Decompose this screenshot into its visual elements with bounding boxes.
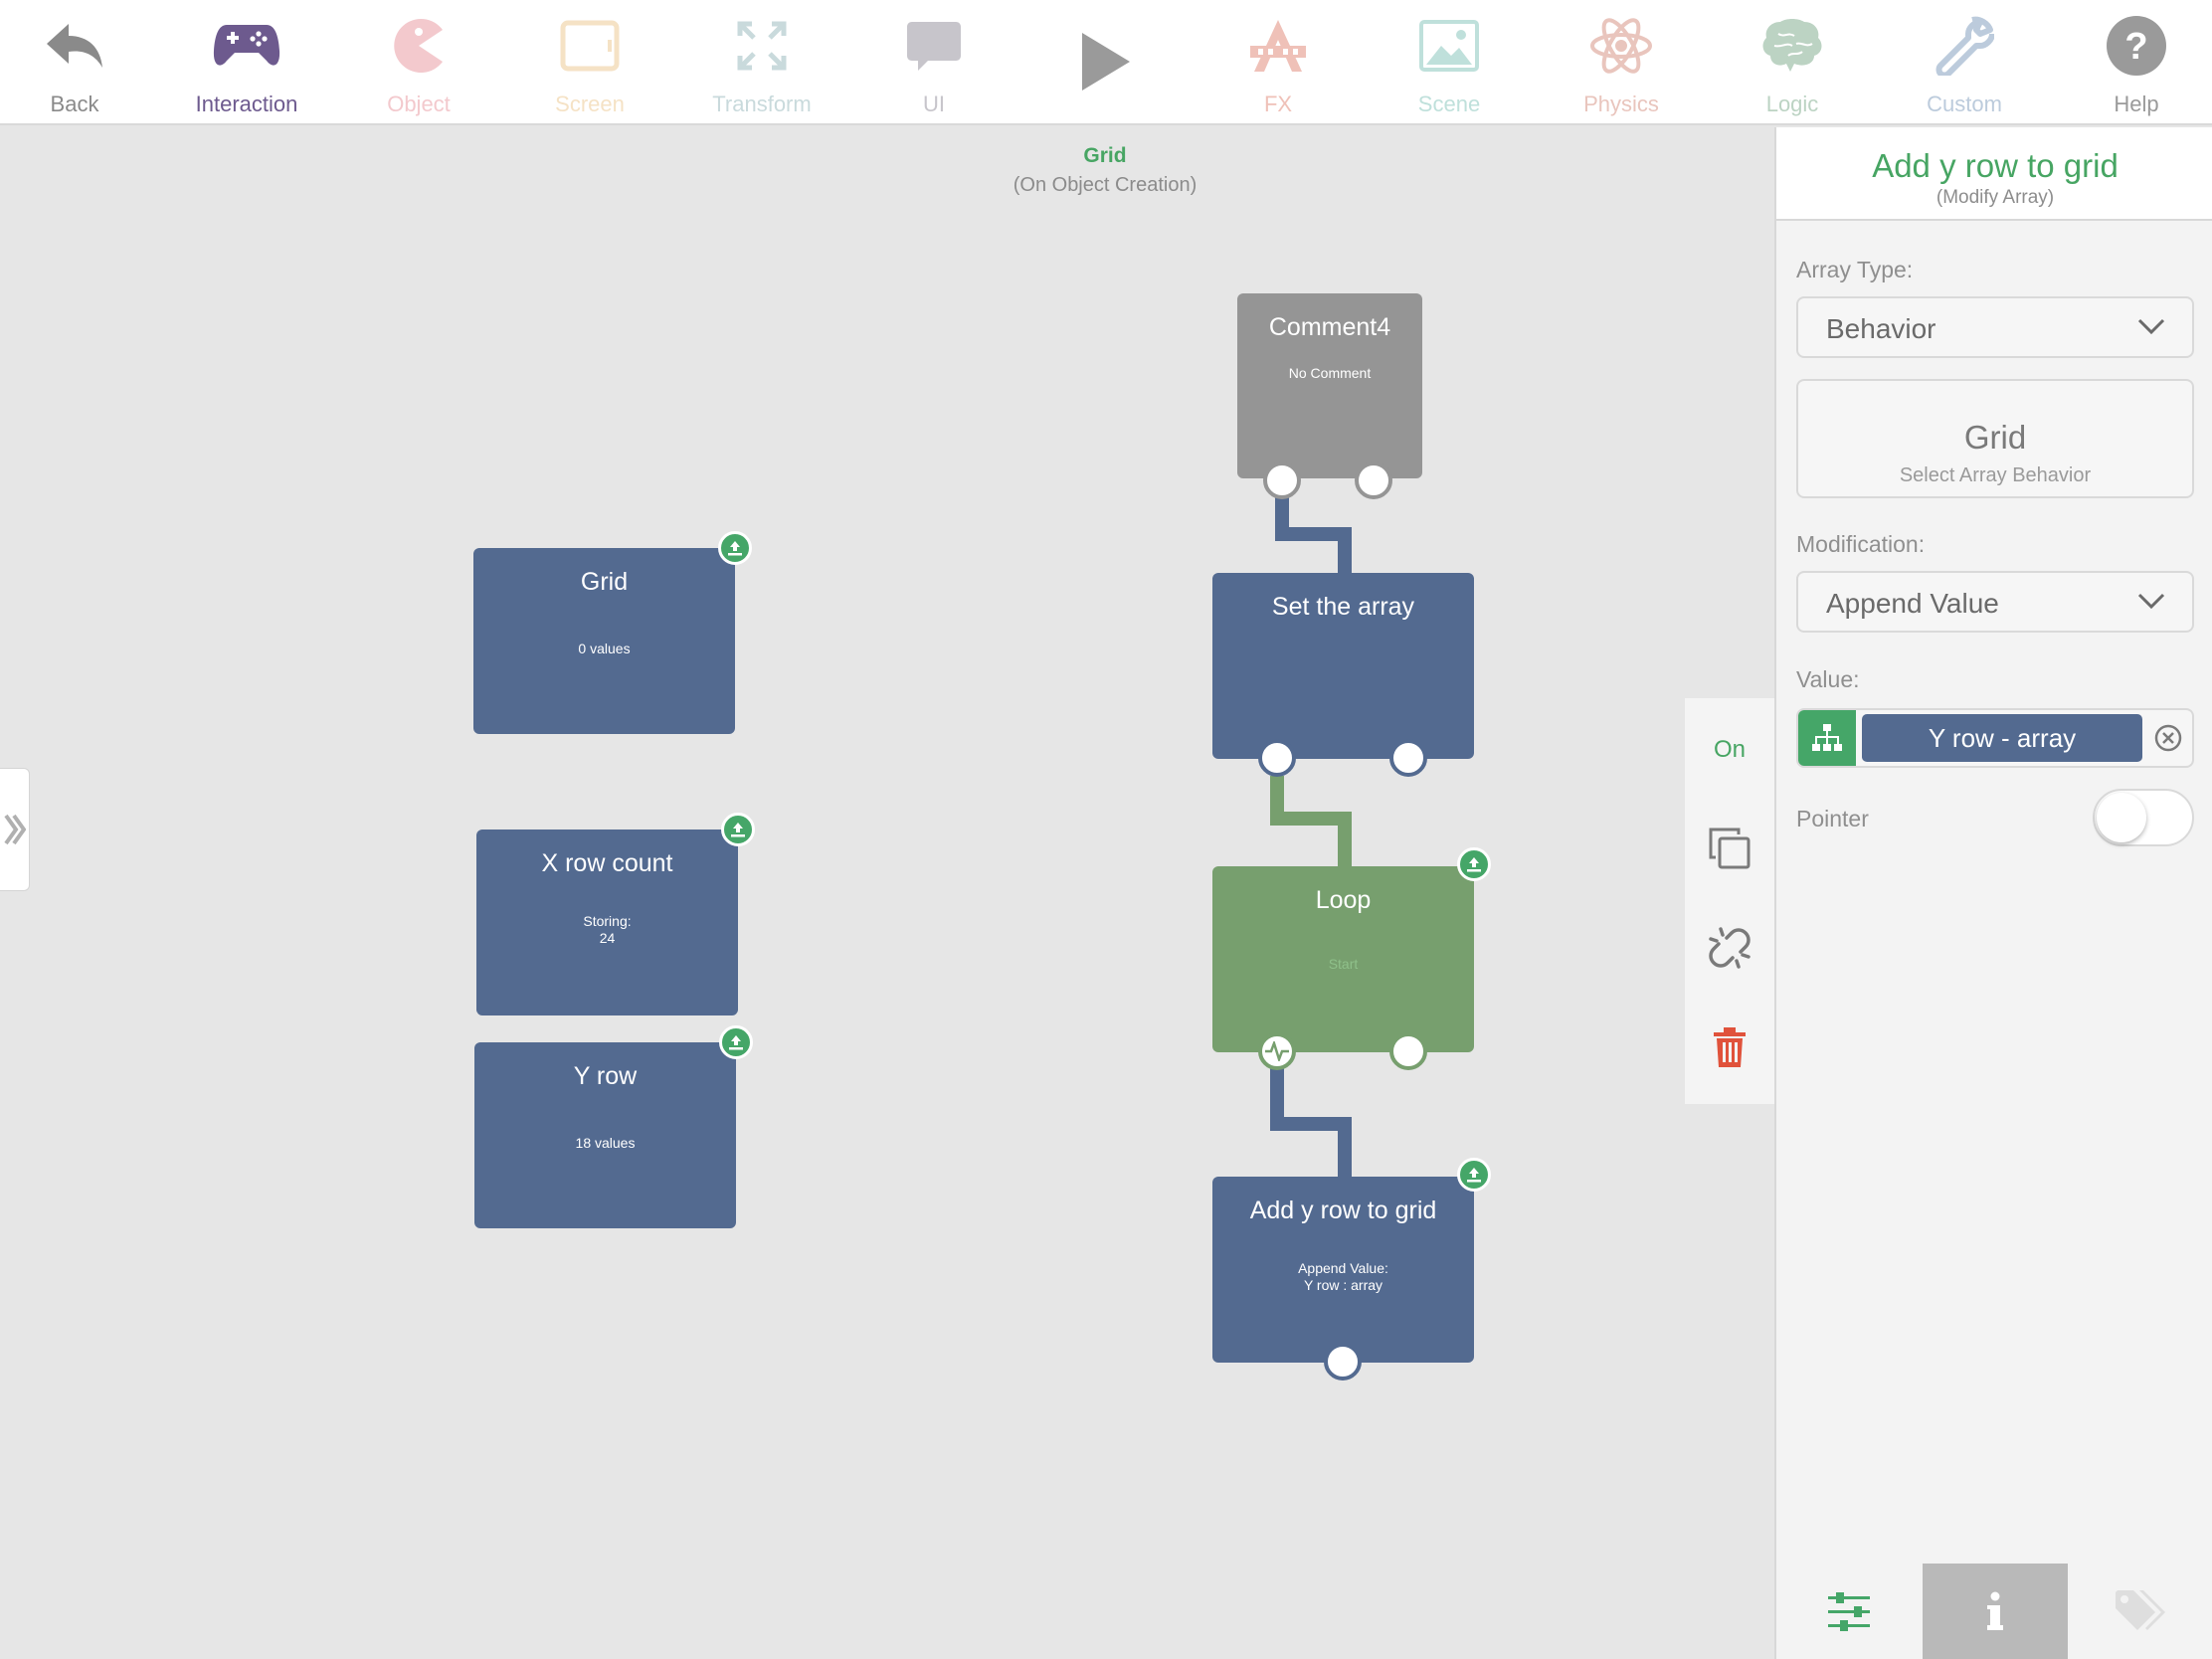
unlink-icon[interactable] — [1707, 925, 1752, 971]
block-title: Add y row to grid — [1249, 1197, 1437, 1224]
connection-wires — [1270, 497, 1352, 1178]
chevron-down-icon — [2137, 318, 2165, 335]
block-subtitle-line: Append Value: — [1298, 1260, 1388, 1276]
upload-badge-icon[interactable] — [719, 1025, 753, 1059]
value-chip[interactable]: Y row - array — [1862, 714, 2142, 762]
panel-title[interactable]: Add y row to grid — [1776, 147, 2212, 185]
pointer-label: Pointer — [1796, 806, 1869, 831]
dropdown-value: Behavior — [1826, 313, 1936, 344]
behavior-hint: Select Array Behavior — [1899, 464, 2092, 486]
value-field[interactable]: Y row - array — [1796, 708, 2194, 768]
tab-tags[interactable] — [2069, 1564, 2212, 1659]
loop-block[interactable]: Loop Start — [1212, 866, 1474, 1052]
block-title: Set the array — [1271, 593, 1415, 621]
comment-block[interactable]: Comment4 No Comment — [1237, 293, 1422, 478]
block-title: Loop — [1315, 886, 1372, 914]
upload-badge-icon[interactable] — [721, 813, 755, 846]
block-subtitle: No Comment — [1288, 365, 1372, 381]
properties-panel: Add y row to grid (Modify Array) Array T… — [1774, 127, 2212, 1659]
toolbar-label: Help — [2114, 92, 2159, 116]
array-behavior-selector[interactable]: Grid Select Array Behavior — [1796, 379, 2194, 498]
output-port[interactable] — [1389, 739, 1427, 777]
block-subtitle: 0 values — [578, 641, 631, 656]
block-title: Comment4 — [1268, 313, 1391, 341]
set-array-block[interactable]: Set the array — [1212, 573, 1474, 759]
array-type-label: Array Type: — [1796, 257, 1914, 282]
on-toggle-label[interactable]: On — [1685, 736, 1774, 764]
clear-icon[interactable] — [2154, 724, 2182, 752]
output-port[interactable] — [1389, 1032, 1427, 1070]
trash-icon[interactable] — [1707, 1024, 1752, 1070]
tab-info[interactable] — [1923, 1564, 2068, 1659]
info-icon — [1987, 1591, 2003, 1630]
input-port[interactable] — [1258, 739, 1296, 777]
block-subtitle: Start — [1328, 956, 1359, 972]
output-port[interactable] — [1355, 461, 1392, 499]
grid-array-block[interactable]: Grid 0 values — [473, 548, 735, 734]
block-title: Grid — [580, 568, 629, 596]
input-port[interactable] — [1263, 461, 1301, 499]
upload-badge-icon[interactable] — [1457, 847, 1491, 881]
toggle-knob — [2097, 793, 2146, 842]
block-subtitle-line: Y row : array — [1303, 1277, 1383, 1293]
svg-text:?: ? — [2124, 26, 2147, 68]
block-subtitle-line: Storing: — [583, 913, 632, 929]
value-label: Value: — [1796, 666, 1860, 692]
dropdown-value: Append Value — [1826, 588, 1999, 619]
input-port[interactable] — [1324, 1343, 1362, 1381]
modification-dropdown[interactable]: Append Value — [1796, 571, 2194, 633]
panel-subtitle: (Modify Array) — [1936, 187, 2055, 208]
toolbar-custom[interactable]: Custom — [1885, 0, 2044, 125]
pulse-icon — [1265, 1041, 1289, 1061]
wrench-icon — [1925, 10, 2004, 82]
y-row-block[interactable]: Y row 18 values — [474, 1042, 736, 1228]
panel-header: Add y row to grid (Modify Array) — [1776, 127, 2212, 221]
block-title: Y row — [573, 1062, 638, 1090]
block-title: X row count — [541, 849, 673, 877]
toolbar-help[interactable]: ? Help — [2057, 0, 2212, 125]
tag-icon — [2116, 1590, 2165, 1630]
upload-badge-icon[interactable] — [718, 531, 752, 565]
help-icon: ? — [2097, 10, 2176, 82]
array-type-dropdown[interactable]: Behavior — [1796, 296, 2194, 358]
selected-behavior-name: Grid — [1963, 419, 2027, 456]
toolbar-label: Custom — [1927, 92, 2002, 116]
upload-badge-icon[interactable] — [1457, 1158, 1491, 1192]
panel-tabs — [1776, 1564, 2212, 1659]
add-y-row-block[interactable]: Add y row to grid Append Value: Y row : … — [1212, 1177, 1474, 1363]
chevron-down-icon — [2137, 593, 2165, 610]
x-row-count-block[interactable]: X row count Storing: 24 — [476, 830, 738, 1015]
loop-pulse-port[interactable] — [1258, 1032, 1296, 1070]
modification-label: Modification: — [1796, 531, 1926, 557]
block-side-toolbar: On — [1685, 698, 1774, 1104]
block-subtitle: 18 values — [575, 1135, 636, 1151]
copy-icon[interactable] — [1707, 826, 1752, 871]
tab-settings[interactable] — [1776, 1564, 1922, 1659]
settings-sliders-icon — [1828, 1592, 1870, 1631]
block-subtitle-line: 24 — [599, 930, 616, 946]
hierarchy-icon[interactable] — [1798, 710, 1856, 766]
pointer-toggle[interactable] — [2093, 789, 2194, 846]
